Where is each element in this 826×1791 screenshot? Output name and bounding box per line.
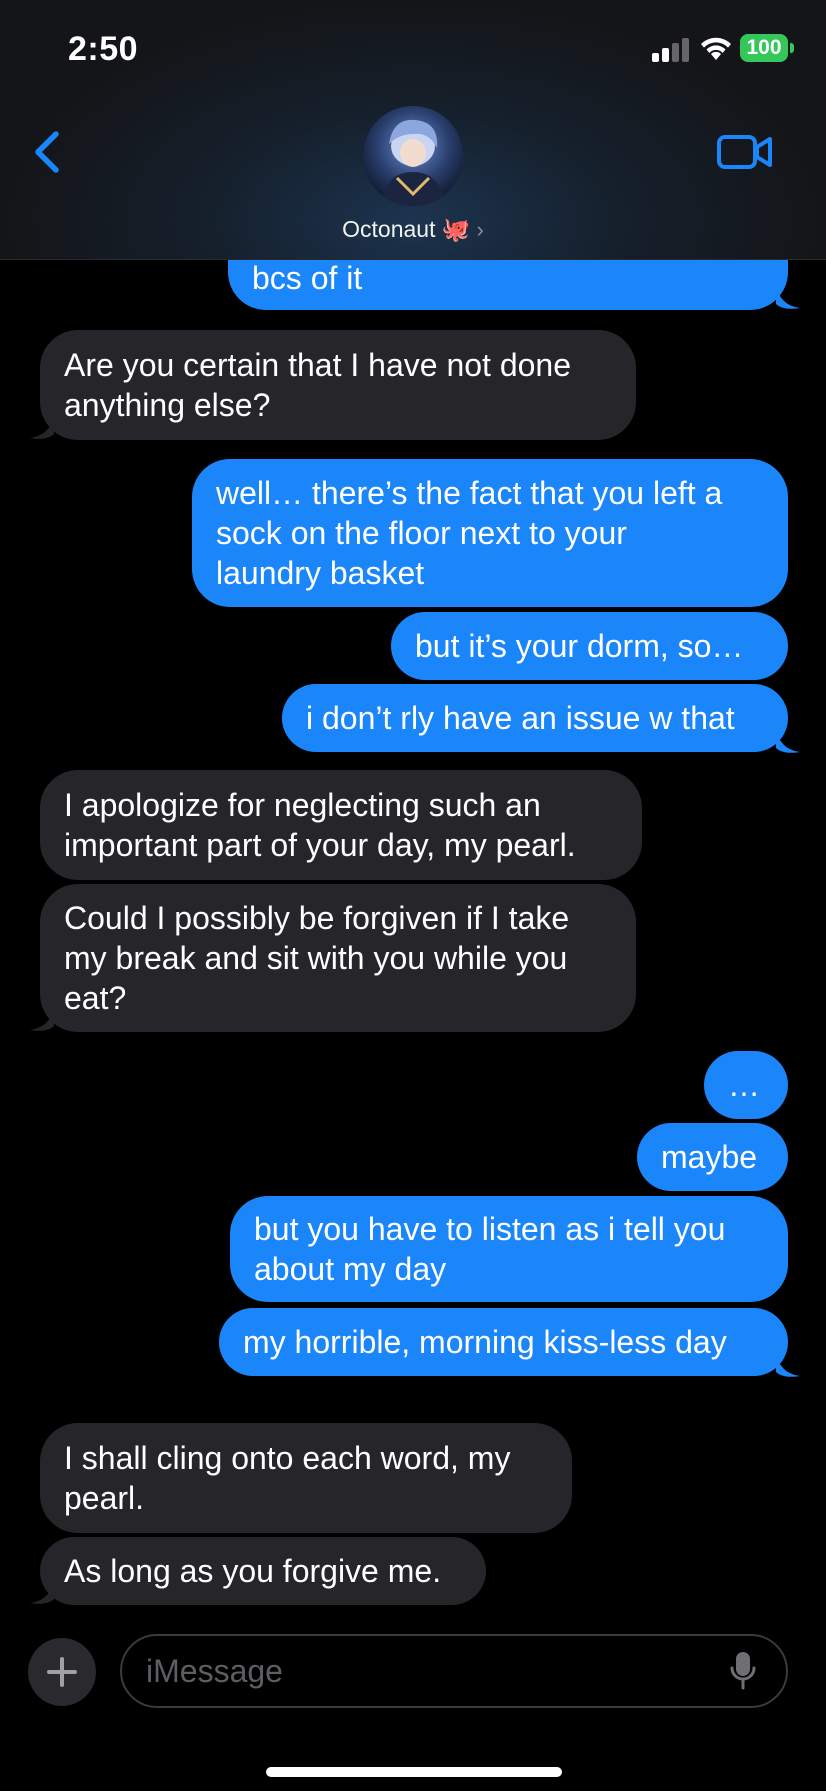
bubble-tail (30, 414, 54, 439)
wifi-icon (701, 37, 731, 60)
message-text: bcs of it (252, 260, 363, 296)
bubble-tail (30, 1006, 54, 1031)
message-bubble-received[interactable]: Are you certain that I have not done any… (40, 330, 636, 440)
message-bubble-sent[interactable]: but you have to listen as i tell you abo… (230, 1196, 788, 1302)
chevron-left-icon[interactable] (28, 128, 64, 176)
message-text: maybe (661, 1139, 758, 1175)
bubble-tail (776, 1352, 800, 1377)
avatar-image (363, 106, 463, 206)
contact-name: Octonaut 🐙 (342, 216, 471, 242)
message-text: Are you certain that I have not done (64, 347, 571, 383)
message-text: i don’t rly have an issue w that (306, 700, 735, 736)
message-text: eat? (64, 980, 127, 1016)
message-text: important part of your day, my pearl. (64, 827, 576, 863)
message-text: I apologize for neglecting such an (64, 787, 541, 823)
add-attachment-button[interactable] (28, 1638, 96, 1706)
home-indicator[interactable] (266, 1767, 562, 1777)
cellular-signal-icon (652, 36, 690, 62)
plus-icon (47, 1657, 77, 1687)
message-bubble-sent[interactable]: but it’s your dorm, so… (391, 612, 788, 680)
message-text: well… there’s the fact that you left a (216, 475, 723, 511)
contact-avatar[interactable] (363, 106, 463, 206)
message-text: my break and sit with you while you (64, 940, 568, 976)
message-bubble-received[interactable]: Could I possibly be forgiven if I take m… (40, 884, 636, 1032)
message-text: … (728, 1067, 760, 1103)
message-bubble-received[interactable]: I shall cling onto each word, my pearl. (40, 1423, 572, 1533)
contact-name-button[interactable]: Octonaut 🐙 › (0, 216, 826, 243)
message-bubble-received[interactable]: As long as you forgive me. (40, 1537, 486, 1605)
battery-indicator: 100 (740, 34, 788, 62)
video-camera-icon[interactable] (716, 132, 774, 172)
message-text: but it’s your dorm, so… (415, 628, 744, 664)
message-text: As long as you forgive me. (64, 1553, 442, 1589)
status-time: 2:50 (68, 30, 139, 68)
bubble-tail (776, 284, 800, 309)
message-text: anything else? (64, 387, 271, 423)
microphone-icon[interactable] (730, 1650, 756, 1692)
message-bubble-sent[interactable]: i don’t rly have an issue w that (282, 684, 788, 752)
message-text: Could I possibly be forgiven if I take (64, 900, 570, 936)
battery-tip (790, 43, 794, 53)
message-text: laundry basket (216, 555, 425, 591)
chevron-right-icon: › (476, 217, 484, 242)
bubble-tail (30, 1579, 54, 1604)
message-bubble-sent[interactable]: my horrible, morning kiss-less day (219, 1308, 788, 1376)
bubble-tail (776, 728, 800, 753)
message-bubble-sent[interactable]: maybe (637, 1123, 788, 1191)
message-text: my horrible, morning kiss-less day (243, 1324, 727, 1360)
message-text: sock on the floor next to your (216, 515, 627, 551)
imessage-input[interactable] (120, 1634, 788, 1708)
message-text: I shall cling onto each word, my (64, 1440, 511, 1476)
message-bubble-received[interactable]: I apologize for neglecting such an impor… (40, 770, 642, 880)
conversation-header: 2:50 100 Octonaut 🐙 › (0, 0, 826, 260)
message-bubble-sent[interactable]: … (704, 1051, 788, 1119)
message-text: but you have to listen as i tell you (254, 1211, 726, 1247)
message-text: pearl. (64, 1480, 145, 1516)
message-text: about my day (254, 1251, 447, 1287)
message-bubble-sent[interactable]: well… there’s the fact that you left a s… (192, 459, 788, 607)
